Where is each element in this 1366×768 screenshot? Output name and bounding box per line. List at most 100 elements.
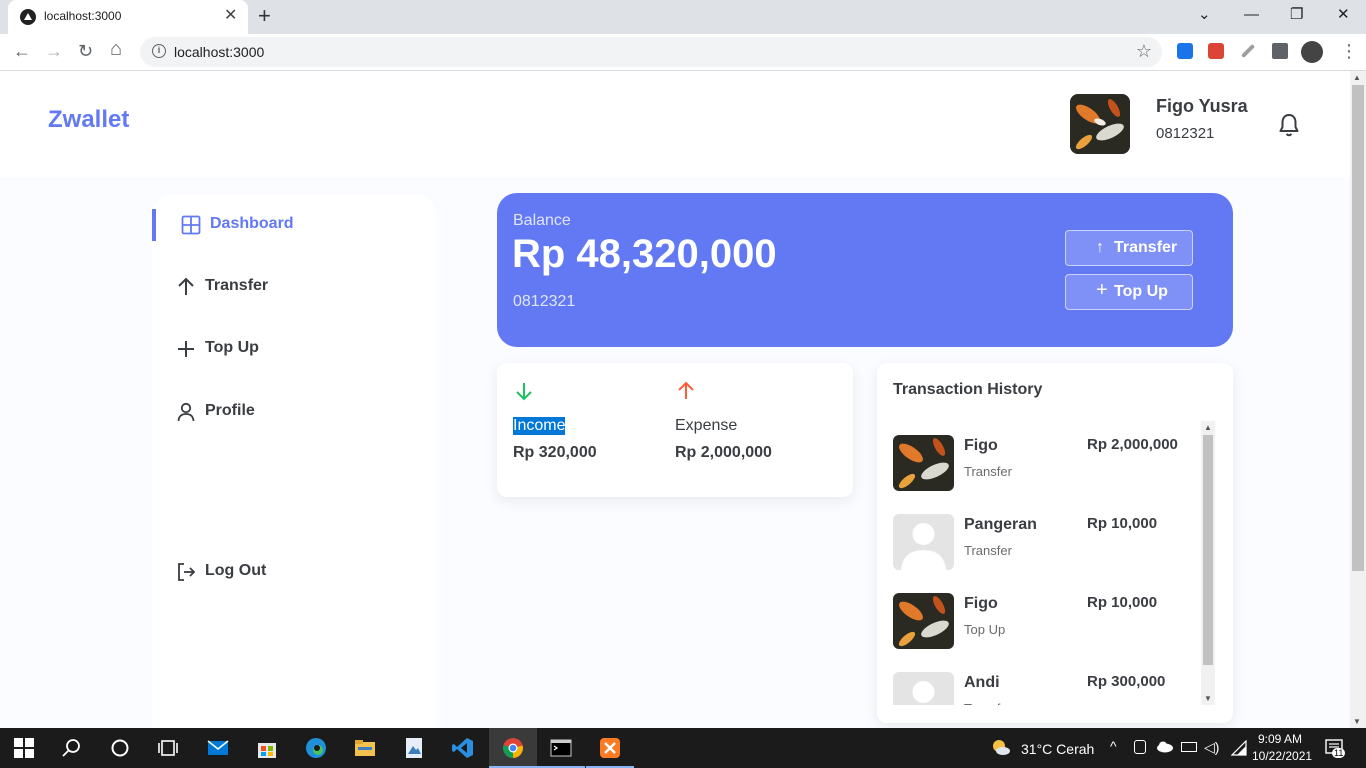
back-button[interactable]: ← (13, 40, 31, 62)
arrow-down-icon (516, 383, 532, 401)
brand-logo[interactable]: Zwallet (48, 106, 129, 134)
battery-icon[interactable] (1181, 742, 1197, 752)
volume-icon[interactable]: ◁) (1204, 739, 1219, 756)
search-button[interactable] (48, 728, 96, 768)
balance-amount: Rp 48,320,000 (512, 232, 777, 276)
store-app[interactable] (243, 728, 291, 768)
history-list[interactable]: Figo Transfer Rp 2,000,000 Pangeran Tran… (893, 425, 1203, 705)
weather-text[interactable]: 31°C Cerah (1021, 741, 1094, 757)
vscode-app[interactable] (439, 728, 487, 768)
transfer-button[interactable]: ↑ Transfer (1065, 230, 1193, 266)
browser-tab[interactable]: localhost:3000 ✕ (8, 0, 248, 34)
restore-button[interactable]: ❐ (1290, 5, 1303, 25)
page-content: Zwallet Figo Yusra 0812321 Dashboard Tra… (0, 71, 1350, 728)
edge-app[interactable] (292, 728, 340, 768)
extension-todoist-icon[interactable] (1208, 43, 1224, 59)
chrome-app[interactable] (489, 728, 537, 768)
scroll-down-icon[interactable]: ▼ (1353, 717, 1361, 726)
scroll-up-icon[interactable]: ▲ (1204, 423, 1212, 432)
sidebar: Dashboard Transfer Top Up Profile Log Ou… (152, 195, 436, 728)
mail-app[interactable] (194, 728, 242, 768)
reload-button[interactable]: ↻ (78, 40, 93, 62)
url-text[interactable]: localhost:3000 (174, 44, 264, 60)
new-tab-button[interactable]: + (258, 4, 271, 28)
vscode-icon (452, 738, 473, 758)
xampp-app[interactable] (586, 728, 634, 768)
profile-avatar-icon[interactable] (1301, 41, 1323, 63)
scroll-up-icon[interactable]: ▲ (1353, 73, 1361, 82)
tab-close-icon[interactable]: ✕ (224, 7, 237, 25)
terminal-icon (550, 739, 572, 757)
topup-button[interactable]: + Top Up (1065, 274, 1193, 310)
tray-chevron-icon[interactable]: ^ (1110, 738, 1117, 754)
list-item[interactable]: Pangeran Transfer Rp 10,000 (893, 514, 1203, 570)
sidebar-item-transfer[interactable]: Transfer (152, 271, 436, 303)
weather-icon[interactable] (991, 738, 1011, 758)
arrow-up-icon (178, 277, 194, 295)
history-amount: Rp 10,000 (1087, 515, 1158, 532)
wifi-icon[interactable] (1231, 740, 1247, 756)
mail-icon (207, 740, 229, 755)
notification-count-badge: 11 (1332, 748, 1346, 758)
list-item[interactable]: Figo Transfer Rp 2,000,000 (893, 435, 1203, 491)
balance-card: Balance Rp 48,320,000 0812321 ↑ Transfer… (497, 193, 1233, 347)
user-avatar[interactable] (1070, 94, 1130, 154)
grid-icon (181, 215, 201, 235)
tab-search-icon[interactable]: ⌄ (1198, 5, 1211, 25)
clock-date[interactable]: 10/22/2021 (1252, 749, 1312, 763)
list-item[interactable]: Andi Transfer Rp 300,000 (893, 672, 1203, 705)
extension-eyedropper-icon[interactable] (1240, 43, 1256, 59)
home-button[interactable]: ⌂ (110, 38, 122, 60)
transaction-history-card: Transaction History Figo Transfer Rp 2,0… (877, 363, 1233, 723)
history-amount: Rp 300,000 (1087, 673, 1166, 690)
history-scrollbar-thumb[interactable] (1203, 435, 1213, 665)
expense-label: Expense (675, 417, 738, 434)
sidebar-item-dashboard[interactable]: Dashboard (152, 209, 436, 241)
history-amount: Rp 2,000,000 (1087, 436, 1178, 453)
default-avatar-thumbnail (893, 514, 954, 570)
notification-bell-icon[interactable] (1278, 113, 1300, 137)
forward-button[interactable]: → (45, 40, 63, 62)
history-type: Transfer (964, 464, 1012, 479)
arrow-up-icon: ↑ (1096, 239, 1104, 256)
photos-app[interactable] (390, 728, 438, 768)
user-phone: 0812321 (1156, 125, 1215, 142)
address-bar[interactable]: i localhost:3000 ☆ (140, 37, 1162, 67)
sidebar-item-topup[interactable]: Top Up (152, 333, 436, 365)
income-label: Income (513, 417, 566, 435)
koi-photo-thumbnail (893, 593, 954, 649)
history-scrollbar[interactable]: ▲ ▼ (1201, 421, 1215, 705)
close-window-button[interactable]: ✕ (1337, 5, 1350, 25)
scroll-down-icon[interactable]: ▼ (1204, 694, 1212, 703)
clock-time[interactable]: 9:09 AM (1258, 732, 1302, 746)
history-type: Transfer (964, 543, 1012, 558)
extension-docs-icon[interactable] (1177, 43, 1193, 59)
minimize-button[interactable]: — (1244, 5, 1259, 25)
arrow-up-icon (678, 381, 694, 399)
bookmark-star-icon[interactable]: ☆ (1136, 41, 1152, 62)
balance-label: Balance (513, 212, 571, 229)
topup-button-label: Top Up (1114, 283, 1168, 300)
device-icon[interactable] (1134, 740, 1146, 754)
history-name: Pangeran (964, 516, 1037, 533)
start-button[interactable] (0, 728, 48, 768)
browser-menu-icon[interactable]: ⋮ (1340, 40, 1358, 62)
folder-icon (355, 740, 375, 756)
extensions-puzzle-icon[interactable] (1272, 43, 1288, 59)
windows-logo-icon (14, 738, 34, 758)
list-item[interactable]: Figo Top Up Rp 10,000 (893, 593, 1203, 649)
file-explorer-app[interactable] (341, 728, 389, 768)
history-type: Top Up (964, 622, 1006, 637)
terminal-app[interactable] (537, 728, 585, 768)
sidebar-item-logout[interactable]: Log Out (152, 556, 436, 588)
page-scrollbar-thumb[interactable] (1352, 85, 1364, 571)
app-header: Zwallet Figo Yusra 0812321 (0, 71, 1350, 177)
history-name: Figo (964, 595, 998, 612)
onedrive-cloud-icon[interactable] (1156, 741, 1174, 753)
sidebar-item-label: Profile (205, 402, 255, 419)
page-scrollbar[interactable]: ▲ ▼ (1350, 71, 1366, 728)
sidebar-item-profile[interactable]: Profile (152, 396, 436, 428)
task-view-button[interactable] (144, 728, 192, 768)
site-info-icon[interactable]: i (152, 44, 166, 58)
cortana-button[interactable] (96, 728, 144, 768)
